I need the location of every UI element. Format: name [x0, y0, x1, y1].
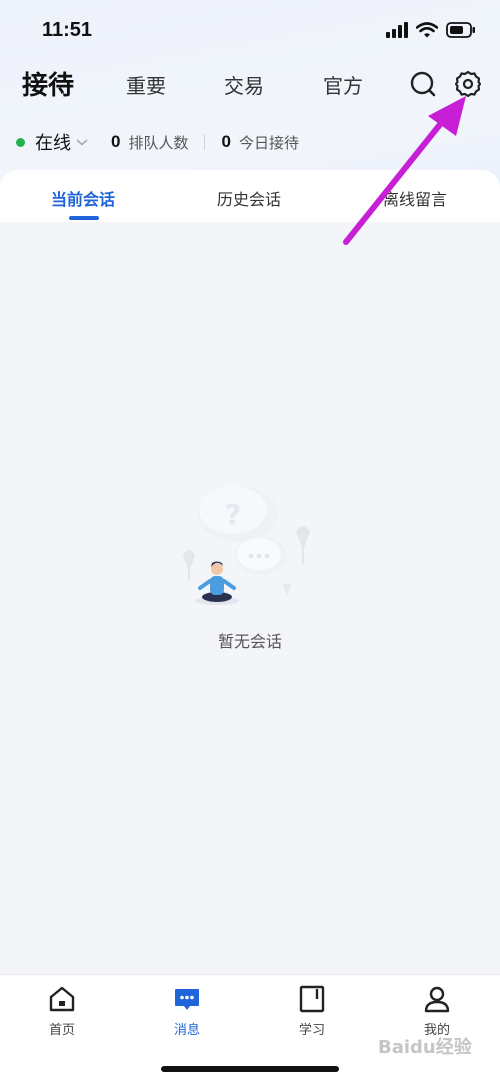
annotation-arrow	[343, 96, 466, 245]
stat-divider	[204, 134, 206, 150]
cellular-signal-icon	[386, 22, 408, 38]
tab-current-sessions[interactable]: 当前会话	[51, 186, 115, 210]
online-status-label[interactable]: 在线	[35, 129, 71, 155]
conversation-list-area: ? 暂无会话	[0, 222, 500, 974]
bottom-nav-messages[interactable]: 消息	[137, 985, 237, 1038]
bottom-nav-messages-label: 消息	[173, 1023, 200, 1038]
top-tab-reception[interactable]: 接待	[22, 65, 74, 102]
queue-label: 排队人数	[128, 133, 189, 152]
bottom-nav-me[interactable]: 我的	[387, 985, 487, 1038]
empty-state-illustration: ?	[183, 486, 310, 605]
top-tab-important[interactable]: 重要	[126, 70, 166, 99]
message-icon	[175, 989, 199, 1010]
home-indicator[interactable]	[161, 1066, 339, 1072]
active-tab-indicator	[69, 216, 99, 220]
wifi-icon	[416, 22, 438, 38]
today-label: 今日接待	[238, 133, 299, 152]
online-status-dot	[16, 137, 25, 147]
bottom-nav-home[interactable]: 首页	[12, 985, 112, 1038]
empty-state-text: 暂无会话	[217, 632, 282, 651]
book-icon	[299, 985, 325, 1013]
status-icons	[386, 22, 476, 38]
home-icon	[49, 986, 75, 1012]
top-tab-trade[interactable]: 交易	[224, 70, 264, 99]
watermark: Baidu经验	[378, 1037, 472, 1058]
today-count: 0	[221, 132, 231, 151]
svg-text:?: ?	[225, 498, 241, 531]
queue-count: 0	[111, 132, 121, 151]
chevron-down-icon[interactable]	[75, 137, 89, 147]
bottom-nav-home-label: 首页	[48, 1023, 75, 1038]
online-status-row: 在线 0 排队人数 0 今日接待	[16, 127, 299, 157]
person-icon	[424, 986, 450, 1013]
bottom-nav-learn[interactable]: 学习	[262, 985, 362, 1038]
status-time: 11:51	[42, 19, 93, 41]
bottom-nav-learn-label: 学习	[298, 1023, 325, 1038]
tab-history-sessions[interactable]: 历史会话	[217, 186, 281, 210]
app-screen: 11:51 接待 重要 交易 官方 在线 0 排队人数 0 今日接待 当前会话 …	[0, 0, 500, 1082]
status-bar: 11:51	[0, 0, 500, 60]
battery-icon	[446, 22, 475, 38]
